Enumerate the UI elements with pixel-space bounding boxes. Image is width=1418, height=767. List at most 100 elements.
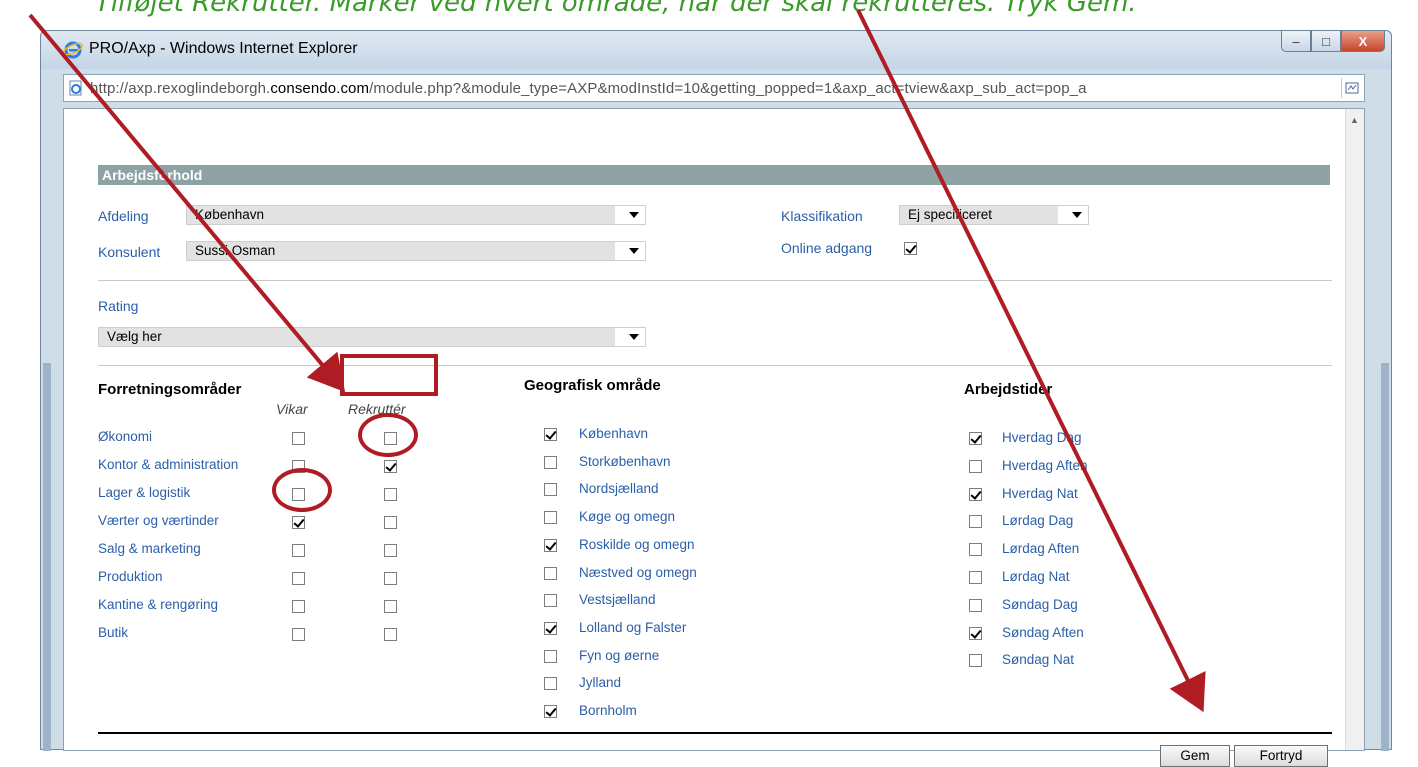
geografi-checkbox[interactable] [544, 621, 557, 635]
arbejdstider-item-label[interactable]: Hverdag Aften [1002, 458, 1088, 473]
arbejdstider-item-label[interactable]: Lørdag Dag [1002, 513, 1073, 528]
geografi-checkbox[interactable] [544, 428, 557, 441]
arbejdstider-checkbox[interactable] [969, 487, 982, 501]
geografi-checkbox[interactable] [544, 483, 557, 497]
window-frame-right [1381, 363, 1389, 751]
window-controls: – □ X [1281, 31, 1385, 53]
geografi-checkbox[interactable] [544, 455, 557, 469]
arbejdstider-checkbox[interactable] [969, 626, 982, 640]
online-adgang-checkbox[interactable] [904, 242, 917, 255]
vikar-checkbox[interactable] [292, 516, 305, 529]
arbejdstider-checkbox[interactable] [969, 515, 982, 529]
arbejdstider-item-label[interactable]: Lørdag Nat [1002, 569, 1070, 584]
arbejdstider-checkbox[interactable] [969, 459, 982, 473]
chevron-down-icon [1072, 212, 1082, 218]
afdeling-select[interactable]: København [186, 205, 646, 225]
ie-logo-icon [63, 41, 83, 59]
vikar-checkbox-highlight-circle [272, 468, 332, 512]
divider [98, 280, 1332, 281]
chevron-down-icon [629, 334, 639, 340]
forretning-item-label: Kantine & rengøring [98, 597, 219, 612]
vertical-scrollbar[interactable]: ▲ [1345, 109, 1364, 750]
vikar-column-header: Vikar [276, 401, 308, 417]
arbejdstider-item-label[interactable]: Hverdag Dag [1002, 430, 1082, 445]
arbejdstider-item-label[interactable]: Hverdag Nat [1002, 486, 1078, 501]
window-frame-left [43, 363, 51, 751]
url-prefix: http://axp.rexoglindeborgh. [90, 80, 271, 97]
geografi-item-label[interactable]: Bornholm [579, 703, 637, 718]
forretning-item-label: Økonomi [98, 429, 153, 444]
arbejdstider-checkbox[interactable] [969, 543, 982, 557]
geografi-item-label[interactable]: Næstved og omegn [579, 565, 697, 580]
geografi-checkbox[interactable] [544, 705, 557, 718]
url-domain: consendo.com [270, 80, 370, 97]
minimize-button[interactable]: – [1281, 31, 1311, 52]
rekrutter-checkbox[interactable] [384, 460, 397, 473]
geografi-item-label[interactable]: Lolland og Falster [579, 620, 686, 635]
geografi-checkbox[interactable] [544, 677, 557, 691]
geografi-checkbox[interactable] [544, 538, 557, 552]
arbejdstider-item-label[interactable]: Lørdag Aften [1002, 541, 1079, 556]
geografi-checkbox[interactable] [544, 594, 557, 608]
rekrutter-checkbox[interactable] [384, 572, 397, 585]
forretning-item-label: Kontor & administration [98, 457, 239, 472]
rekrutter-checkbox[interactable] [384, 544, 397, 557]
geografi-checkbox[interactable] [544, 566, 557, 580]
arbejdstider-checkbox[interactable] [969, 654, 982, 668]
arbejdstider-item-label[interactable]: Søndag Aften [1002, 625, 1084, 640]
save-button[interactable]: Gem [1160, 745, 1230, 767]
address-bar[interactable]: http://axp.rexoglindeborgh.consendo.com/… [63, 74, 1365, 102]
geografi-item-label[interactable]: Storkøbenhavn [579, 454, 671, 469]
afdeling-label: Afdeling [98, 208, 149, 224]
arbejdstider-item-label[interactable]: Søndag Nat [1002, 652, 1074, 667]
geografi-item-label[interactable]: Roskilde og omegn [579, 537, 695, 552]
divider [98, 365, 1332, 366]
page-content: ▲ Arbejdsforhold Afdeling København Kons… [63, 108, 1365, 767]
rekrutter-highlight-box [340, 354, 438, 396]
rekrutter-checkbox[interactable] [384, 600, 397, 613]
geografi-item-label[interactable]: København [579, 426, 648, 441]
vikar-checkbox[interactable] [292, 432, 305, 445]
rating-value: Vælg her [107, 329, 162, 344]
annotation-text: Tilføjet Rekrutter. Marker ved hvert omr… [95, 0, 1137, 18]
geografi-item-label[interactable]: Fyn og øerne [579, 648, 659, 663]
forretning-item-label: Salg & marketing [98, 541, 201, 556]
cancel-button[interactable]: Fortryd [1234, 745, 1328, 767]
afdeling-value: København [195, 207, 265, 222]
compatibility-icon[interactable] [1341, 78, 1362, 98]
geografi-item-label[interactable]: Vestsjælland [579, 592, 656, 607]
arbejdstider-item-label[interactable]: Søndag Dag [1002, 597, 1078, 612]
klassifikation-select[interactable]: Ej specificeret [899, 205, 1089, 225]
maximize-button[interactable]: □ [1311, 31, 1341, 52]
rating-select[interactable]: Vælg her [98, 327, 646, 347]
forretning-title: Forretningsområder [98, 381, 242, 398]
geografi-item-label[interactable]: Køge og omegn [579, 509, 675, 524]
rekrutter-checkbox[interactable] [384, 488, 397, 501]
vikar-checkbox[interactable] [292, 572, 305, 585]
konsulent-select[interactable]: Sussi Osman [186, 241, 646, 261]
konsulent-label: Konsulent [98, 244, 161, 260]
page-icon [69, 80, 82, 96]
rekrutter-checkbox[interactable] [384, 628, 397, 641]
forretning-item-label: Lager & logistik [98, 485, 191, 500]
geografi-item-label[interactable]: Nordsjælland [579, 481, 659, 496]
rekrutter-checkbox[interactable] [384, 516, 397, 529]
title-bar: PRO/Axp - Windows Internet Explorer – □ … [41, 31, 1391, 69]
vikar-checkbox[interactable] [292, 628, 305, 641]
geografi-item-label[interactable]: Jylland [579, 675, 621, 690]
url-text: http://axp.rexoglindeborgh.consendo.com/… [90, 80, 1087, 97]
arbejdstider-checkbox[interactable] [969, 432, 982, 445]
geografi-checkbox[interactable] [544, 511, 557, 525]
section-header: Arbejdsforhold [98, 165, 1330, 185]
arbejdstider-checkbox[interactable] [969, 598, 982, 612]
vikar-checkbox[interactable] [292, 600, 305, 613]
close-button[interactable]: X [1341, 31, 1385, 52]
scroll-up-icon[interactable]: ▲ [1350, 115, 1359, 125]
forretning-item-label: Værter og værtinder [98, 513, 219, 528]
browser-window: PRO/Axp - Windows Internet Explorer – □ … [40, 30, 1392, 767]
vikar-checkbox[interactable] [292, 544, 305, 557]
arbejdstider-checkbox[interactable] [969, 571, 982, 584]
rating-label: Rating [98, 298, 139, 314]
geografi-checkbox[interactable] [544, 649, 557, 663]
klassifikation-label: Klassifikation [781, 208, 863, 224]
